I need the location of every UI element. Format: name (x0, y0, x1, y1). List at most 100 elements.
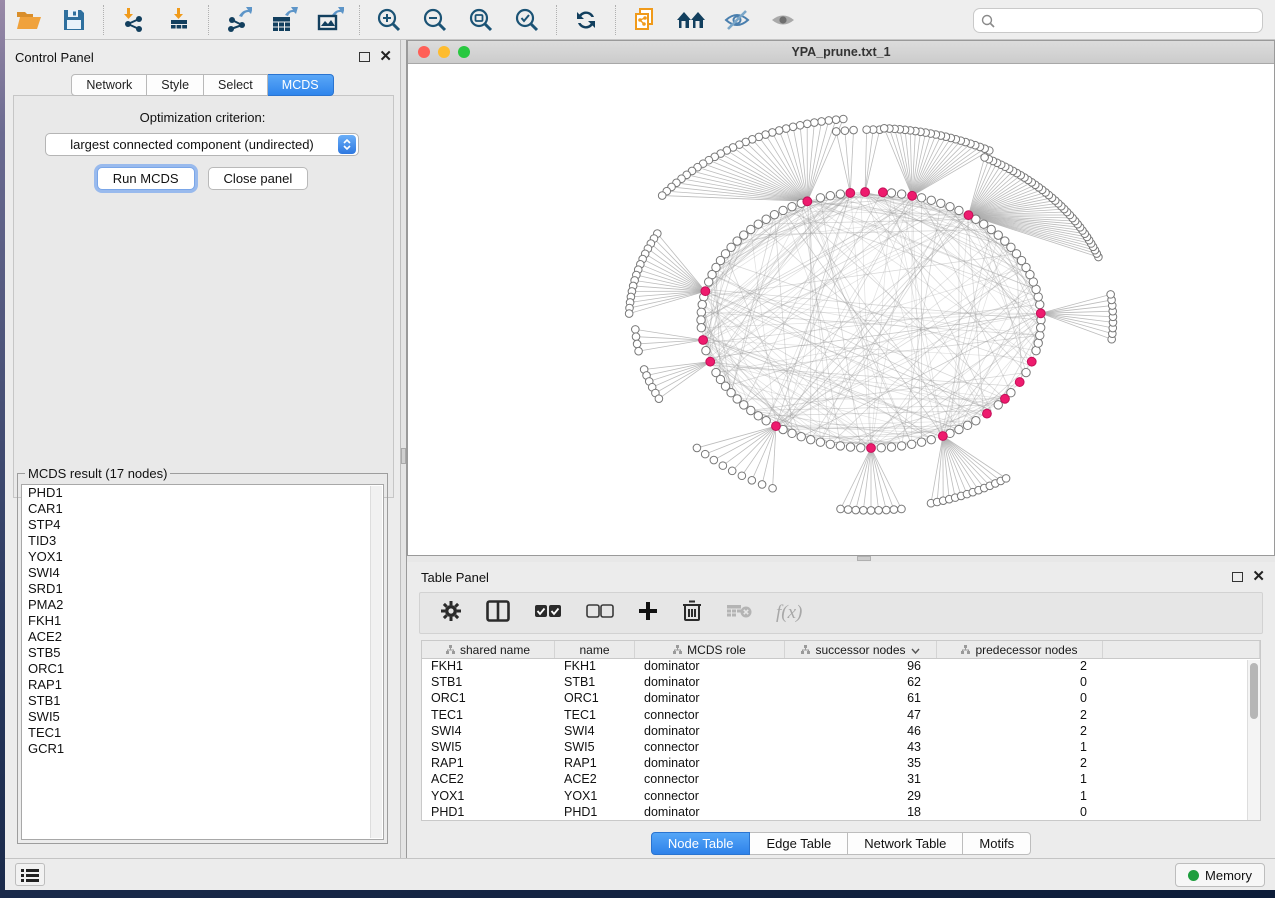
memory-label: Memory (1205, 868, 1252, 883)
table-tabs: Node Table Edge Table Network Table Moti… (407, 832, 1275, 855)
clone-network-icon[interactable] (630, 5, 660, 35)
mcds-result-item[interactable]: STB1 (22, 693, 383, 709)
table-row[interactable]: ORC1ORC1dominator610 (422, 691, 1260, 707)
search-icon (981, 14, 995, 28)
tab-style[interactable]: Style (147, 74, 204, 96)
mcds-result-group: MCDS result (17 nodes) PHD1CAR1STP4TID3Y… (17, 466, 388, 844)
export-network-icon[interactable] (223, 5, 253, 35)
optimization-criterion-label: Optimization criterion: (5, 110, 400, 125)
close-panel-icon[interactable]: ✕ (1252, 572, 1265, 582)
mcds-result-list[interactable]: PHD1CAR1STP4TID3YOX1SWI4SRD1PMA2FKH1ACE2… (21, 484, 384, 840)
refresh-icon[interactable] (571, 5, 601, 35)
table-row[interactable]: FKH1FKH1dominator962 (422, 659, 1260, 675)
column-selector-icon[interactable] (486, 600, 510, 627)
add-column-icon[interactable] (638, 601, 658, 626)
status-bar: Memory (5, 858, 1275, 890)
vertical-splitter[interactable] (400, 40, 407, 858)
first-neighbors-icon[interactable] (676, 5, 706, 35)
toolbar-separator (103, 5, 104, 35)
table-row[interactable]: SWI4SWI4dominator462 (422, 724, 1260, 740)
splitter-grip[interactable] (401, 448, 406, 464)
deselect-all-icon[interactable] (586, 604, 614, 623)
splitter-grip[interactable] (857, 556, 871, 561)
mcds-result-item[interactable]: SWI5 (22, 709, 383, 725)
save-icon[interactable] (59, 5, 89, 35)
function-builder-icon[interactable]: f(x) (776, 602, 802, 624)
tab-edge-table[interactable]: Edge Table (750, 832, 848, 855)
run-mcds-button[interactable]: Run MCDS (97, 167, 195, 190)
delete-column-icon[interactable] (682, 600, 702, 627)
shared-column-icon (446, 643, 455, 657)
mcds-result-item[interactable]: PMA2 (22, 597, 383, 613)
mcds-result-item[interactable]: STB5 (22, 645, 383, 661)
table-scrollbar[interactable] (1247, 660, 1260, 820)
delete-table-icon[interactable] (726, 603, 752, 624)
column-header-successor-nodes[interactable]: successor nodes (785, 641, 937, 658)
import-network-icon[interactable] (118, 5, 148, 35)
table-row[interactable]: YOX1YOX1connector291 (422, 789, 1260, 805)
network-window-titlebar[interactable]: YPA_prune.txt_1 (408, 41, 1274, 64)
table-row[interactable]: ACE2ACE2connector311 (422, 772, 1260, 788)
mcds-result-item[interactable]: TID3 (22, 533, 383, 549)
network-view[interactable] (408, 64, 1274, 555)
export-image-icon[interactable] (315, 5, 345, 35)
mcds-result-item[interactable]: SRD1 (22, 581, 383, 597)
mcds-result-item[interactable]: PHD1 (22, 485, 383, 501)
gear-icon[interactable] (440, 600, 462, 627)
import-table-icon[interactable] (164, 5, 194, 35)
tab-select[interactable]: Select (204, 74, 268, 96)
node-table: shared namenameMCDS rolesuccessor nodesp… (421, 640, 1261, 821)
node-table-header: shared namenameMCDS rolesuccessor nodesp… (422, 641, 1260, 659)
table-panel: Table Panel ✕ f(x) shared namenameMCDS r… (407, 562, 1275, 858)
mcds-result-item[interactable]: ACE2 (22, 629, 383, 645)
table-row[interactable]: PHD1PHD1dominator180 (422, 805, 1260, 821)
open-file-icon[interactable] (13, 5, 43, 35)
close-panel-icon[interactable]: ✕ (379, 52, 392, 62)
column-header-predecessor-nodes[interactable]: predecessor nodes (937, 641, 1103, 658)
table-row[interactable]: STB1STB1dominator620 (422, 675, 1260, 691)
table-row[interactable]: RAP1RAP1dominator352 (422, 756, 1260, 772)
column-header-MCDS-role[interactable]: MCDS role (635, 641, 785, 658)
mcds-result-item[interactable]: FKH1 (22, 613, 383, 629)
hide-selected-icon[interactable] (722, 5, 752, 35)
tab-mcds[interactable]: MCDS (268, 74, 334, 96)
task-history-button[interactable] (15, 863, 45, 886)
memory-button[interactable]: Memory (1175, 863, 1265, 887)
tab-network-table[interactable]: Network Table (848, 832, 963, 855)
column-header-name[interactable]: name (555, 641, 635, 658)
scrollbar-thumb[interactable] (1250, 663, 1258, 719)
zoom-fit-icon[interactable] (466, 5, 496, 35)
tab-network[interactable]: Network (71, 74, 147, 96)
table-row[interactable]: TEC1TEC1connector472 (422, 708, 1260, 724)
result-scrollbar[interactable] (370, 486, 382, 838)
search-input[interactable] (1000, 13, 1262, 28)
mcds-result-item[interactable]: RAP1 (22, 677, 383, 693)
close-panel-button[interactable]: Close panel (208, 167, 309, 190)
network-graph[interactable] (408, 64, 1274, 555)
table-toolbar: f(x) (419, 592, 1263, 634)
export-table-icon[interactable] (269, 5, 299, 35)
mcds-result-item[interactable]: ORC1 (22, 661, 383, 677)
table-row[interactable]: SWI5SWI5connector431 (422, 740, 1260, 756)
show-all-icon[interactable] (768, 5, 798, 35)
criterion-select[interactable]: largest connected component (undirected) (45, 133, 359, 156)
mcds-result-item[interactable]: YOX1 (22, 549, 383, 565)
zoom-out-icon[interactable] (420, 5, 450, 35)
zoom-in-icon[interactable] (374, 5, 404, 35)
mcds-result-item[interactable]: TEC1 (22, 725, 383, 741)
main-toolbar (5, 0, 1275, 40)
mcds-result-item[interactable]: STP4 (22, 517, 383, 533)
tab-motifs[interactable]: Motifs (963, 832, 1031, 855)
float-panel-icon[interactable] (1232, 572, 1243, 582)
column-header-shared-name[interactable]: shared name (422, 641, 555, 658)
zoom-selected-icon[interactable] (512, 5, 542, 35)
search-field[interactable] (973, 8, 1263, 33)
mcds-result-item[interactable]: SWI4 (22, 565, 383, 581)
tab-node-table[interactable]: Node Table (651, 832, 751, 855)
select-all-icon[interactable] (534, 604, 562, 623)
mcds-result-item[interactable]: CAR1 (22, 501, 383, 517)
float-panel-icon[interactable] (359, 52, 370, 62)
mcds-result-item[interactable]: GCR1 (22, 741, 383, 757)
criterion-selected-value: largest connected component (undirected) (46, 137, 338, 152)
control-panel-title: Control Panel (15, 50, 94, 65)
